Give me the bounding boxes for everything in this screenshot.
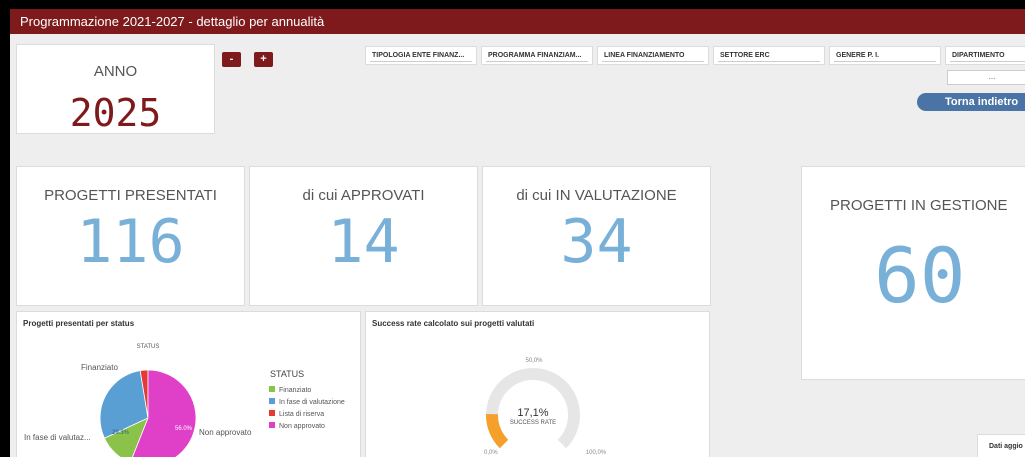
gauge-fill [486, 413, 509, 449]
legend-label: In fase di valutazione [279, 399, 345, 406]
slice-label-in-valutazione: In fase di valutaz... [24, 433, 91, 442]
year-increment-button[interactable]: + [254, 52, 273, 67]
kpi-approvati: di cui APPROVATI 14 [249, 166, 478, 306]
legend-swatch [269, 410, 275, 416]
success-rate-panel: Success rate calcolato sui progetti valu… [365, 311, 710, 457]
filter-programma-finanziamento[interactable]: PROGRAMMA FINANZIAM... [481, 46, 593, 65]
legend-title: STATUS [270, 369, 304, 379]
kpi-label: PROGETTI IN GESTIONE [830, 197, 1008, 214]
pie-dimension-label: STATUS [137, 344, 160, 350]
kpi-in-gestione: PROGETTI IN GESTIONE 60 [801, 166, 1025, 380]
legend-label: Non approvato [279, 423, 325, 430]
dipartimento-select[interactable]: ... [947, 70, 1025, 85]
kpi-value: 34 [560, 207, 633, 277]
legend-swatch [269, 422, 275, 428]
slice-pct-non-approvato: 56.0% [175, 426, 193, 432]
app-window: Programmazione 2021-2027 - dettaglio per… [10, 9, 1025, 457]
page-title: Programmazione 2021-2027 - dettaglio per… [10, 9, 1025, 34]
back-button[interactable]: Torna indietro [917, 93, 1025, 111]
slice-pct-in-valutazione: 29.3% [112, 430, 130, 436]
legend-label: Finanziato [279, 387, 312, 394]
year-decrement-button[interactable]: - [222, 52, 241, 67]
kpi-in-valutazione: di cui IN VALUTAZIONE 34 [482, 166, 711, 306]
kpi-value: 14 [327, 207, 400, 277]
success-rate-gauge: 17,1% SUCCESS RATE 50,0% 0,0% 100,0% [484, 358, 607, 456]
kpi-label: di cui IN VALUTAZIONE [516, 187, 677, 204]
anno-card: ANNO 2025 [16, 44, 215, 135]
legend-swatch [269, 398, 275, 404]
anno-label: ANNO [93, 63, 138, 80]
filter-settore-erc[interactable]: SETTORE ERC [713, 46, 825, 65]
kpi-value: 60 [874, 231, 966, 320]
gauge-tick-mid: 50,0% [525, 358, 543, 364]
data-update-note: Dati aggio [977, 434, 1025, 457]
filter-dipartimento[interactable]: DIPARTIMENTO [945, 46, 1025, 65]
data-update-label: Dati aggio [989, 443, 1023, 450]
legend-item: In fase di valutazione [269, 398, 345, 406]
kpi-label: PROGETTI PRESENTATI [44, 187, 217, 204]
legend-item: Non approvato [269, 422, 325, 430]
status-panel: Progetti presentati per status STATUS Fi… [16, 311, 361, 457]
legend-item: Lista di riserva [269, 410, 324, 418]
status-pie-chart: STATUS Finanziato In fase di valutaz... … [24, 344, 304, 457]
kpi-progetti-presentati: PROGETTI PRESENTATI 116 [16, 166, 245, 306]
slice-label-finanziato: Finanziato [81, 363, 118, 372]
gauge-tick-min: 0,0% [484, 450, 498, 456]
legend-item: Finanziato [269, 386, 311, 394]
anno-value: 2025 [69, 91, 162, 135]
legend-label: Lista di riserva [279, 411, 325, 418]
filter-linea-finanziamento[interactable]: LINEA FINANZIAMENTO [597, 46, 709, 65]
legend-swatch [269, 386, 275, 392]
filter-genere-pi[interactable]: GENERE P. I. [829, 46, 941, 65]
filter-tipologia-ente[interactable]: TIPOLOGIA ENTE FINANZ... [365, 46, 477, 65]
gauge-tick-max: 100,0% [586, 450, 607, 456]
kpi-value: 116 [76, 207, 185, 277]
gauge-value: 17,1% [517, 407, 548, 419]
kpi-label: di cui APPROVATI [302, 187, 425, 204]
slice-label-non-approvato: Non approvato [199, 428, 252, 437]
gauge-caption: SUCCESS RATE [510, 420, 556, 426]
